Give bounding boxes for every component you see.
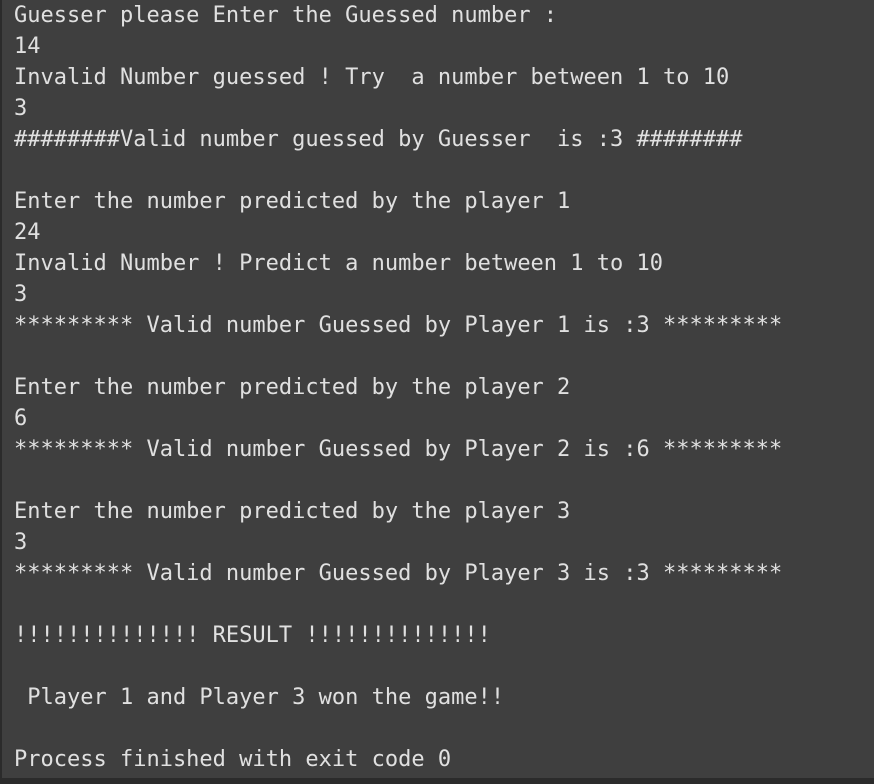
console-line: ********* Valid number Guessed by Player…	[14, 313, 783, 338]
console-line: !!!!!!!!!!!!!! RESULT !!!!!!!!!!!!!!	[14, 623, 491, 648]
console-gutter	[0, 0, 2, 778]
console-line: ********* Valid number Guessed by Player…	[14, 561, 783, 586]
console-line: ********* Valid number Guessed by Player…	[14, 437, 783, 462]
console-line: 24	[14, 220, 41, 245]
console-lines: Guesser please Enter the Guessed number …	[14, 0, 874, 775]
console-output[interactable]: Guesser please Enter the Guessed number …	[0, 0, 874, 778]
console-line: 3	[14, 530, 28, 555]
console-line: Process finished with exit code 0	[14, 747, 452, 772]
console-line: Player 1 and Player 3 won the game!!	[14, 685, 505, 710]
console-line: Guesser please Enter the Guessed number …	[14, 3, 558, 28]
console-line: Enter the number predicted by the player…	[14, 189, 571, 214]
console-line: 3	[14, 282, 28, 307]
console-line: Invalid Number guessed ! Try a number be…	[14, 65, 730, 90]
console-line: 6	[14, 406, 28, 431]
console-line: 14	[14, 34, 41, 59]
console-line: 3	[14, 96, 28, 121]
console-line: Invalid Number ! Predict a number betwee…	[14, 251, 664, 276]
console-line: ########Valid number guessed by Guesser …	[14, 127, 743, 152]
console-line: Enter the number predicted by the player…	[14, 375, 571, 400]
console-line: Enter the number predicted by the player…	[14, 499, 571, 524]
console-bottom-border	[0, 778, 874, 784]
